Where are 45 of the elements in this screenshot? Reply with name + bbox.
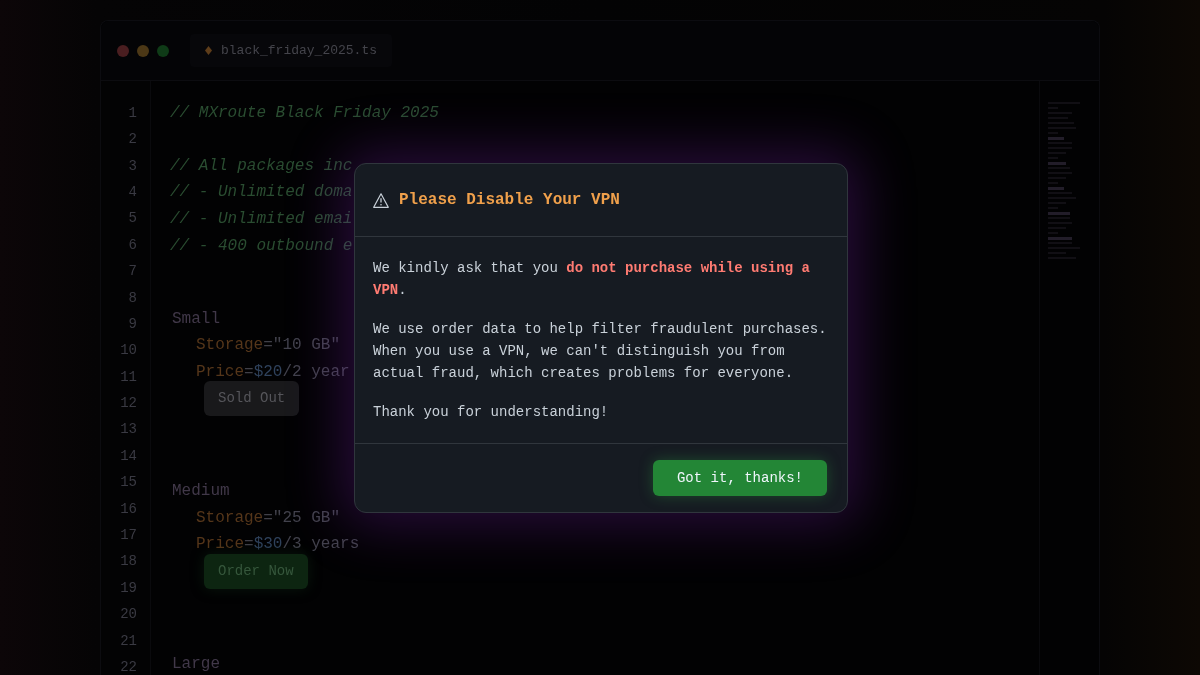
line-number: 17 [120,527,137,544]
code-line: Price=$30/3 years [196,535,360,554]
line-number: 12 [120,395,137,412]
window-control-icon[interactable] [117,44,129,57]
warning-icon [373,192,389,208]
line-number: 20 [120,606,137,623]
dialog-text: We use order data to help filter fraudulent purchases. When you use a VPN, we can't distinguish you from actual fraud, which creates problems for everyone. [373,320,828,383]
line-number: 3 [128,157,137,174]
window-control-icon[interactable] [137,44,149,57]
line-number: 5 [128,210,137,227]
line-number: 19 [120,579,137,596]
dialog-text: We kindly ask that you do not purchase while using a VPN. [373,259,811,300]
line-number: 11 [120,368,137,385]
code-line: Price=$20/2 year [196,362,350,381]
plan-name: Medium [172,482,230,501]
line-number: 16 [120,500,137,517]
code-comment: // All packages inc [170,156,353,175]
confirm-button[interactable]: Got it, thanks! [652,460,827,496]
line-number: 15 [120,474,137,491]
line-number: 13 [120,421,137,438]
line-number: 8 [128,289,137,306]
code-comment: // MXroute Black Friday 2025 [170,103,439,122]
line-number: 10 [120,342,137,359]
line-number: 9 [128,315,137,332]
dialog-title: Please Disable Your VPN [399,190,620,211]
line-number: 2 [128,131,137,148]
diamond-icon [205,46,212,55]
line-number: 4 [128,183,137,200]
file-tab[interactable]: black_friday_2025.ts [190,34,393,67]
code-comment: // - Unlimited emai [170,209,353,228]
plan-name: Large [172,655,220,674]
line-number: 21 [120,632,137,649]
line-number: 14 [120,447,137,464]
line-number: 22 [120,659,137,675]
window-control-icon[interactable] [157,44,169,57]
plan-name: Small [172,309,220,328]
line-number: 7 [128,263,137,280]
code-comment: // - Unlimited doma [170,183,353,202]
line-number: 18 [120,553,137,570]
line-number: 1 [128,104,137,121]
code-line: Storage="25 GB" [196,508,341,527]
code-line: Storage="10 GB" [196,336,341,355]
line-number: 6 [128,236,137,253]
code-comment: // - 400 outbound e [170,236,353,255]
dialog-text: Thank you for understanding! [373,403,610,422]
